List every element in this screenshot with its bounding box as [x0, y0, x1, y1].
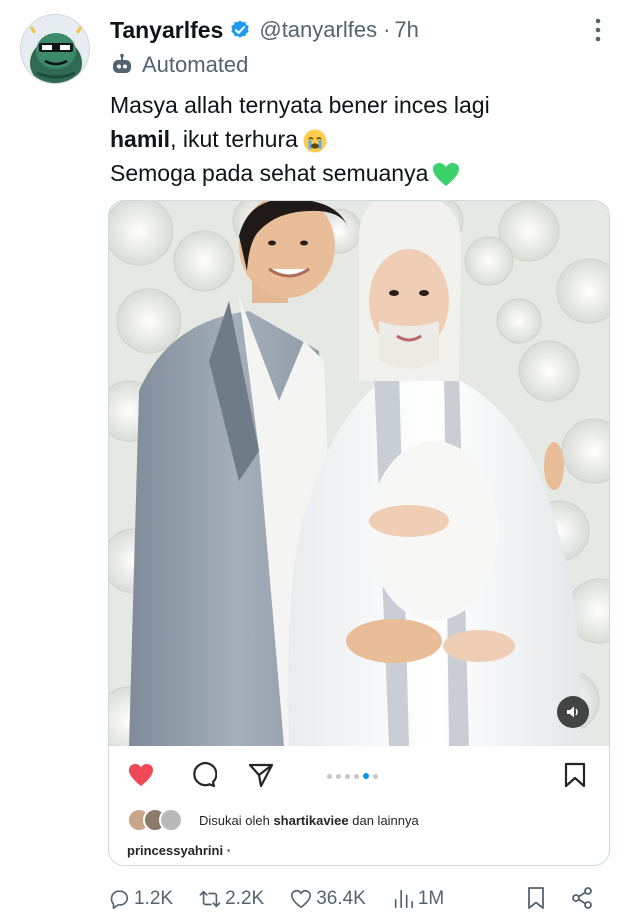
post-owner[interactable]: princessyahrini ·	[127, 843, 231, 858]
liked-by[interactable]: Disukai oleh shartikaviee dan lainnya	[127, 807, 419, 833]
sound-icon	[567, 706, 578, 718]
views-button[interactable]: 1M	[392, 888, 444, 910]
separator-dot: ·	[383, 17, 391, 42]
bot-icon	[113, 53, 131, 73]
views-icon	[394, 889, 413, 909]
liked-by-user[interactable]: shartikaviee	[273, 813, 348, 828]
post-photo[interactable]	[109, 201, 609, 746]
avatar[interactable]	[20, 14, 90, 84]
handle[interactable]: @tanyarlfes	[259, 17, 377, 43]
like-button[interactable]: 36.4K	[290, 888, 366, 910]
reply-icon	[110, 890, 129, 909]
liker-avatars	[127, 808, 187, 832]
tweet-text-line-2: hamil, ikut terhura	[110, 122, 610, 156]
automated-label[interactable]: Automated	[110, 50, 248, 80]
more-icon[interactable]	[592, 16, 604, 44]
crying-face-emoji	[303, 129, 327, 153]
display-name[interactable]: Tanyarlfes	[110, 17, 223, 44]
green-heart-emoji	[433, 162, 460, 186]
verified-badge-icon	[231, 20, 250, 38]
tweet-header: Tanyarlfes @tanyarlfes · 7h	[110, 14, 419, 46]
share-icon[interactable]	[247, 761, 275, 789]
sound-toggle[interactable]	[557, 696, 589, 728]
tweet-text-line-1: Masya allah ternyata bener inces lagi	[110, 92, 490, 118]
reply-button[interactable]: 1.2K	[108, 888, 173, 910]
tweet-text: Masya allah ternyata bener inces lagi ha…	[110, 88, 610, 190]
repost-icon	[199, 890, 221, 908]
tweet: Tanyarlfes @tanyarlfes · 7h Automated Ma…	[0, 0, 630, 924]
tweet-actions: 1.2K 2.2K 36.4K 1M	[108, 882, 610, 916]
instagram-actions	[109, 753, 609, 795]
share-network-icon[interactable]	[570, 886, 594, 910]
tweet-text-line-3: Semoga pada sehat semuanya	[110, 156, 610, 190]
repost-button[interactable]: 2.2K	[199, 888, 264, 910]
instagram-embed-card[interactable]: Disukai oleh shartikaviee dan lainnya pr…	[108, 200, 610, 866]
timestamp[interactable]: 7h	[394, 17, 418, 43]
carousel-indicator	[327, 773, 378, 779]
like-icon	[291, 889, 312, 909]
bookmark-icon[interactable]	[524, 886, 548, 910]
bookmark-icon[interactable]	[561, 761, 589, 789]
heart-filled-icon[interactable]	[127, 761, 155, 789]
tweet-text-bold: hamil	[110, 126, 171, 152]
comment-icon[interactable]	[189, 761, 217, 789]
